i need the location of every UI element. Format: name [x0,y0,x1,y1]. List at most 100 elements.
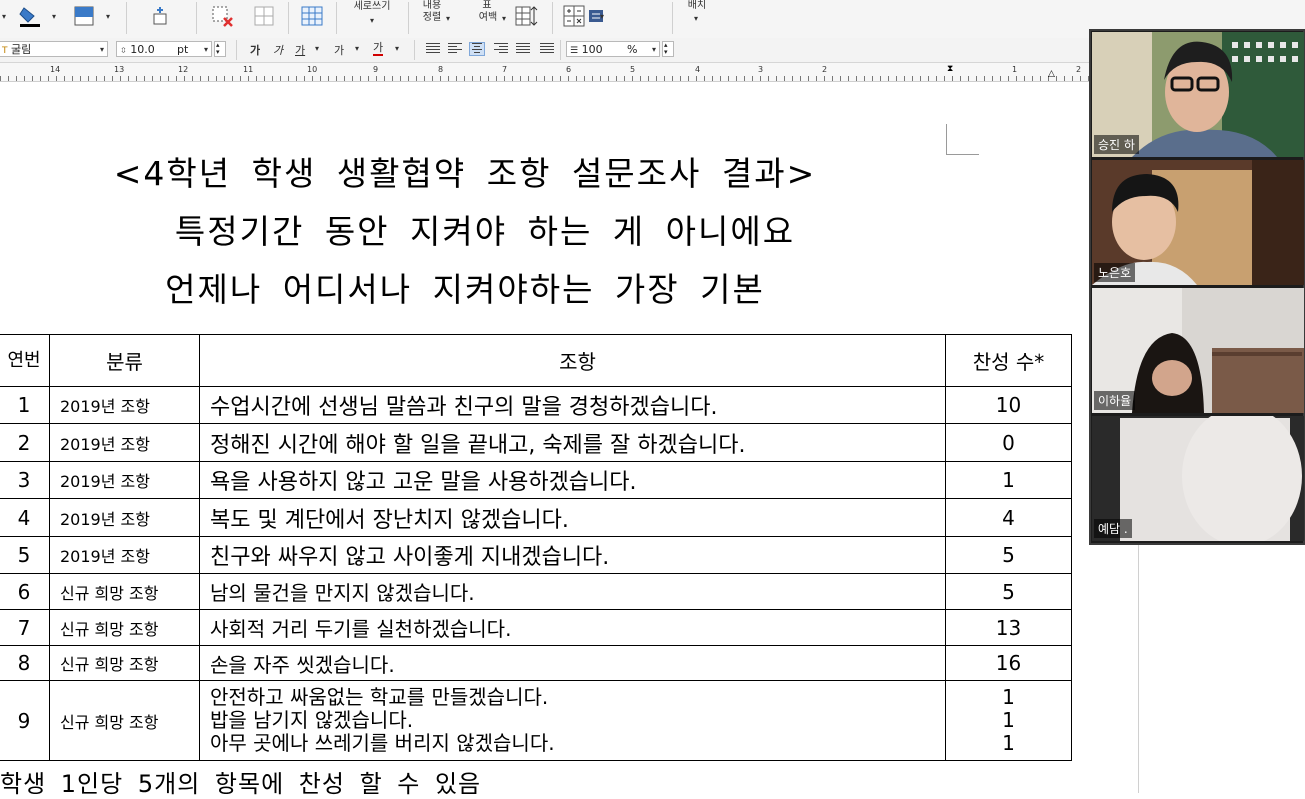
bold-button[interactable]: 가 [250,42,260,58]
header-item: 조항 [199,334,946,387]
chevron-down-icon[interactable]: ▾ [600,12,604,21]
table-header-row: 연번 분류 조항 찬성 수* [0,334,1072,387]
row-item: 사회적 거리 두기를 실천하겠습니다. [199,609,946,646]
formula-icon[interactable] [562,4,586,28]
table-row[interactable]: 1 2019년 조항 수업시간에 선생님 말씀과 친구의 말을 경청하겠습니다.… [0,386,1072,424]
table-row[interactable]: 2 2019년 조항 정해진 시간에 해야 할 일을 끝내고, 숙제를 잘 하겠… [0,423,1072,462]
document-subtitle-1: 특정기간 동안 지켜야 하는 게 아니에요 [174,212,796,251]
delete-cell-icon[interactable] [210,4,234,28]
participant-name: 이하율 [1094,391,1136,410]
align-distribute-icon[interactable] [516,43,530,55]
chevron-down-icon[interactable]: ▾ [502,14,506,23]
row-no: 5 [0,536,50,574]
video-tile-3[interactable]: 이하율 [1092,288,1304,413]
italic-button[interactable]: 가 [273,42,283,58]
table-row[interactable]: 4 2019년 조항 복도 및 계단에서 장난치지 않겠습니다. 4 [0,498,1072,537]
video-gallery-panel[interactable]: 승진 하 노은호 이하율 예담 . [1089,29,1305,545]
vertical-writing-button[interactable]: 세로쓰기 [346,1,398,12]
toolbar-divider [126,2,127,34]
font-color-button[interactable]: 가 [373,42,384,56]
align-right-icon[interactable] [494,43,508,55]
chevron-down-icon[interactable]: ▾ [446,14,450,23]
cell-height-icon[interactable] [514,4,538,28]
toolbar-divider [414,40,415,60]
table-row[interactable]: 3 2019년 조항 욕을 사용하지 않고 고운 말을 사용하겠습니다. 1 [0,461,1072,499]
chevron-down-icon[interactable]: ▾ [355,44,359,53]
chevron-down-icon[interactable]: ▾ [204,42,208,58]
line-spacing-field[interactable]: ☰ 100 % ▾ [566,41,660,57]
ruler-ticks [0,76,1090,81]
row-count: 16 [945,645,1072,681]
chevron-down-icon[interactable]: ▾ [395,44,399,53]
table-row[interactable]: 9 신규 희망 조항 안전하고 싸움없는 학교를 만들겠습니다. 밥을 남기지 … [0,680,1072,761]
content-align-label-top[interactable]: 내용 [416,0,448,11]
row-no: 4 [0,498,50,537]
cell-border-icon[interactable] [72,4,96,28]
video-tile-1[interactable]: 승진 하 [1092,32,1304,157]
row-item: 밥을 남기지 않겠습니다. [210,708,414,732]
right-margin-marker-icon[interactable]: △ [1048,69,1055,79]
font-name-select[interactable]: T 굴림 ▾ [0,41,108,57]
chevron-down-icon[interactable]: ▾ [652,42,656,58]
video-tile-4[interactable]: 예담 . [1092,416,1304,541]
table-row[interactable]: 8 신규 희망 조항 손을 자주 씻겠습니다. 16 [0,645,1072,681]
ruler-number: 3 [758,65,764,74]
row-item: 아무 곳에나 쓰레기를 버리지 않겠습니다. [210,731,555,755]
chevron-down-icon[interactable]: ▾ [694,14,698,23]
content-align-button[interactable]: 정렬 [416,12,448,23]
underline-button[interactable]: 가 [295,42,305,58]
font-size-unit: pt [177,43,189,56]
participant-name: 승진 하 [1094,135,1139,154]
chevron-down-icon[interactable]: ▾ [52,12,56,21]
row-no: 6 [0,573,50,610]
align-center-icon[interactable] [469,42,485,56]
strikethrough-button[interactable]: 가 [334,42,344,58]
table-grid-icon[interactable] [300,4,324,28]
ruler-number: 2 [1076,65,1082,74]
line-spacing-stepper[interactable]: ▴ ▾ [662,41,674,57]
chevron-down-icon[interactable]: ▾ [2,12,6,21]
ruler-number: 14 [50,65,61,74]
ruler-number: 8 [438,65,444,74]
participant-name: 노은호 [1094,263,1136,282]
fill-color-icon[interactable] [18,4,42,28]
header-count: 찬성 수* [945,334,1072,387]
video-tile-2[interactable]: 노은호 [1092,160,1304,285]
chevron-down-icon[interactable]: ▾ [100,42,104,58]
ruler-number: 11 [243,65,254,74]
ruler-number: 9 [373,65,379,74]
table-margin-label-top[interactable]: 표 [474,0,500,11]
row-category: 신규 희망 조항 [49,645,200,681]
table-margin-button[interactable]: 여백 [474,12,502,23]
font-size-stepper[interactable]: ▴ ▾ [214,41,226,57]
align-divide-icon[interactable] [540,43,554,55]
chevron-down-icon[interactable]: ▾ [370,16,374,25]
survey-table[interactable]: 연번 분류 조항 찬성 수* 1 2019년 조항 수업시간에 선생님 말씀과 … [0,334,1072,761]
row-no: 8 [0,645,50,681]
align-left-icon[interactable] [448,43,462,55]
row-count: 10 [945,386,1072,424]
ruler-number: 13 [114,65,125,74]
table-row[interactable]: 5 2019년 조항 친구와 싸우지 않고 사이좋게 지내겠습니다. 5 [0,536,1072,574]
row-category: 신규 희망 조항 [49,609,200,646]
split-cell-icon[interactable] [252,4,276,28]
toolbar-divider [552,2,553,34]
chevron-down-icon[interactable]: ▾ [106,12,110,21]
row-count: 13 [945,609,1072,646]
table-row[interactable]: 6 신규 희망 조항 남의 물건을 만지지 않겠습니다. 5 [0,573,1072,610]
font-size-field[interactable]: ⇳ 10.0 pt ▾ [116,41,212,57]
align-justify-icon[interactable] [426,43,440,55]
row-category: 2019년 조항 [49,423,200,462]
toolbar-divider [236,40,237,60]
table-row[interactable]: 7 신규 희망 조항 사회적 거리 두기를 실천하겠습니다. 13 [0,609,1072,646]
ruler-number: 10 [307,65,318,74]
arrange-button[interactable]: 배치 [680,0,714,11]
horizontal-ruler[interactable]: 14 13 12 11 10 9 8 7 6 5 4 3 2 1 2 ⧗ △ [0,63,1090,82]
insert-row-icon[interactable] [148,4,172,28]
row-count: 5 [945,536,1072,574]
chevron-down-icon[interactable]: ▾ [315,44,319,53]
indent-marker-icon[interactable]: ⧗ [947,64,953,74]
margin-corner-mark [946,124,979,155]
row-category: 신규 희망 조항 [49,680,200,761]
row-item-group: 안전하고 싸움없는 학교를 만들겠습니다. 밥을 남기지 않겠습니다. 아무 곳… [199,680,946,761]
